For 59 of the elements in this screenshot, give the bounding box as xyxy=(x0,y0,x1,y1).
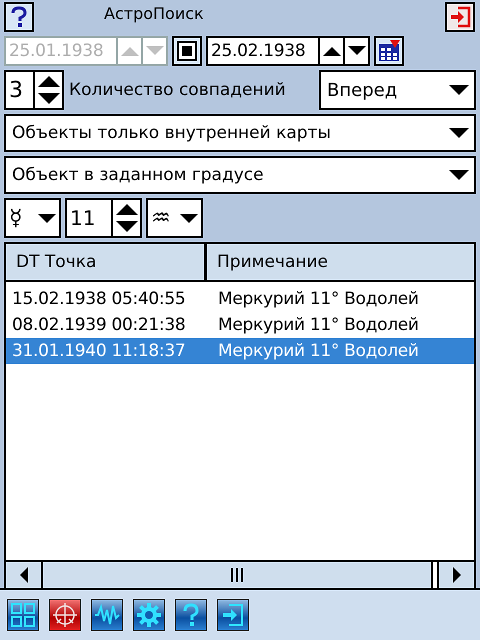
table-cell: Меркурий 11° Водолей xyxy=(218,315,419,335)
column-header[interactable]: DT Точка xyxy=(6,244,207,280)
caret-icon xyxy=(449,169,469,181)
end-date-field[interactable]: 25.02.1938 xyxy=(206,36,320,66)
column-header[interactable]: Примечание xyxy=(207,244,328,280)
stop-button[interactable] xyxy=(172,36,202,66)
table-cell-text: 31.01.1940 11:18:37 xyxy=(11,341,186,361)
exit-icon xyxy=(220,602,246,628)
right-arrow-icon xyxy=(452,567,462,583)
exit-icon xyxy=(449,6,471,28)
decrement-button[interactable] xyxy=(345,36,370,66)
help-button[interactable] xyxy=(175,599,207,631)
window-title: АстроПоиск xyxy=(104,4,205,22)
direction-dropdown[interactable]: Вперед xyxy=(319,70,476,110)
object-filter-dropdown[interactable]: Объекты только внутренней карты xyxy=(4,114,476,152)
up-arrow-icon xyxy=(120,45,140,57)
settings-icon xyxy=(136,602,162,628)
count-field[interactable]: 3 xyxy=(4,70,33,110)
caret-icon xyxy=(38,212,56,224)
grip-icon xyxy=(231,568,243,582)
planet-dropdown[interactable]: ☿ xyxy=(4,198,61,238)
left-arrow-icon xyxy=(18,567,28,583)
caret-icon xyxy=(180,212,198,224)
table-cell-text: 08.02.1939 00:21:38 xyxy=(11,315,186,335)
table-row[interactable]: 31.01.1940 11:18:37 Меркурий 11° Водолей xyxy=(6,338,474,364)
degree-spinner[interactable] xyxy=(111,198,142,238)
up-arrow-icon xyxy=(36,74,60,88)
calendar-icon xyxy=(378,40,400,62)
calendar-button[interactable] xyxy=(374,36,404,66)
settings-button[interactable] xyxy=(133,599,165,631)
grid-button[interactable] xyxy=(7,599,39,631)
exit-button[interactable] xyxy=(445,2,475,32)
increment-button[interactable] xyxy=(320,36,345,66)
up-arrow-icon xyxy=(114,202,138,216)
stop-icon xyxy=(177,41,197,61)
help-icon xyxy=(9,6,29,28)
caret-icon xyxy=(449,84,469,96)
help-button[interactable] xyxy=(4,2,34,32)
caret-icon xyxy=(449,127,469,139)
count-spinner[interactable] xyxy=(33,70,64,110)
table-row[interactable]: 15.02.1938 05:40:55 Меркурий 11° Водолей xyxy=(6,286,474,312)
table-row[interactable]: 08.02.1939 00:21:38 Меркурий 11° Водолей xyxy=(6,312,474,338)
crosshair-icon xyxy=(52,602,78,628)
table-cell: Меркурий 11° Водолей xyxy=(218,289,419,309)
up-arrow-icon xyxy=(322,45,342,57)
chart-wheel-button[interactable] xyxy=(49,599,81,631)
down-arrow-icon xyxy=(144,45,164,57)
grid-icon xyxy=(10,602,36,628)
table-cell-text: 15.02.1938 05:40:55 xyxy=(11,289,186,309)
wave-button[interactable] xyxy=(91,599,123,631)
degree-field[interactable]: 11 xyxy=(65,198,111,238)
down-arrow-icon xyxy=(114,220,138,234)
exit-button[interactable] xyxy=(217,599,249,631)
search-mode-dropdown[interactable]: Объект в заданном градусе xyxy=(4,156,476,194)
table-cell: Меркурий 11° Водолей xyxy=(218,341,419,361)
down-arrow-icon xyxy=(36,92,60,106)
sign-dropdown[interactable]: ♒ xyxy=(146,198,203,238)
down-arrow-icon xyxy=(346,45,366,57)
count-label: Количество совпадений xyxy=(69,80,287,100)
